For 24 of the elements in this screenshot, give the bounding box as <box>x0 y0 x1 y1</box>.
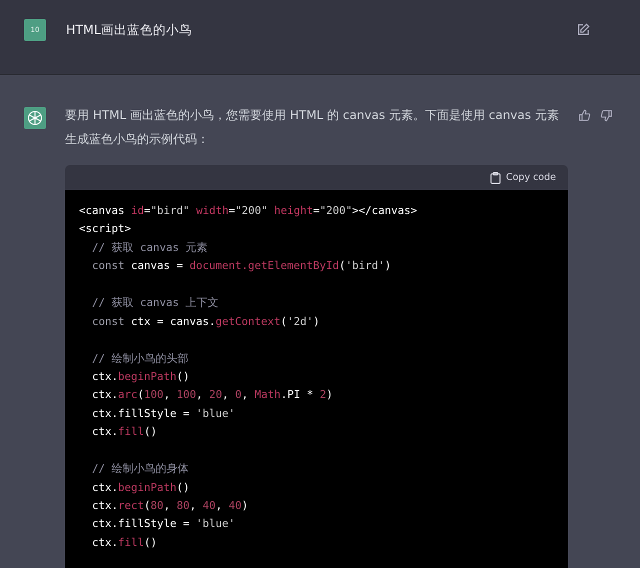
code-line: // 绘制小鸟的身体 <box>91 461 190 478</box>
user-message: HTML画出蓝色的小鸟 <box>66 22 193 39</box>
code-line: ctx.fillStyle = 'blue' <box>91 406 236 422</box>
code-line: ctx.fill() <box>91 424 158 440</box>
code-line: // 获取 canvas 元素 <box>91 240 209 256</box>
code-line: ctx.rect(80, 80, 40, 40) <box>91 498 250 514</box>
code-line: ctx.fill() <box>91 534 158 551</box>
code-line: ctx.beginPath() <box>91 368 191 385</box>
thumbs-up-icon[interactable] <box>578 109 591 122</box>
code-line: const canvas = document.getElementById('bird') <box>91 258 392 274</box>
code-line: <script> <box>79 221 132 238</box>
clipboard-icon <box>490 172 501 184</box>
edit-icon[interactable] <box>576 23 590 37</box>
code-line: ctx.arc(100, 100, 20, 0, Math.PI * 2) <box>91 387 334 404</box>
thumbs-down-icon[interactable] <box>600 109 613 122</box>
code-line: const ctx = canvas.getContext('2d') <box>91 314 321 330</box>
code-line: // 绘制小鸟的头部 <box>91 350 190 366</box>
code-line: ctx.beginPath() <box>91 480 191 496</box>
code-line: // 获取 canvas 上下文 <box>91 295 220 312</box>
code-line: ctx.fillStyle = 'blue' <box>91 516 236 532</box>
assistant-logo-icon <box>24 107 46 129</box>
copy-code-button[interactable]: Copy code <box>490 172 556 184</box>
code-line: <canvas id="bird" width="200" height="200"></canvas> <box>79 203 418 219</box>
assistant-message: 要用 HTML 画出蓝色的小鸟，您需要使用 HTML 的 canvas 元素。下面是使用 canvas 元素生成蓝色小鸟的示例代码： <box>65 107 560 148</box>
